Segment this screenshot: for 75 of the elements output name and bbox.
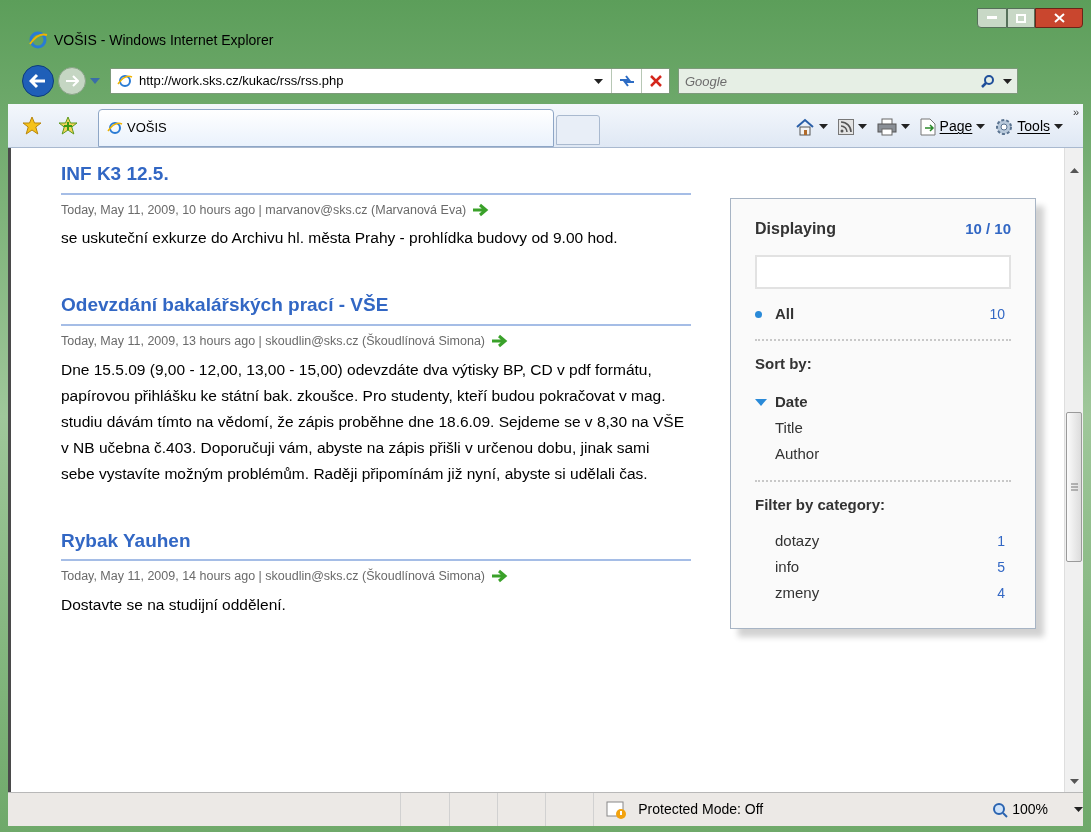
page-icon xyxy=(117,73,133,89)
back-button[interactable] xyxy=(22,65,54,97)
home-icon xyxy=(794,117,815,136)
zoom-magnifier-icon xyxy=(992,801,1009,818)
dropdown-caret-icon xyxy=(857,124,867,129)
maximize-icon xyxy=(1016,13,1026,23)
filter-item[interactable]: dotazy 1 xyxy=(755,528,1011,554)
arrow-right-icon[interactable] xyxy=(472,202,491,217)
browser-logo-icon xyxy=(28,30,48,50)
filter-item[interactable]: Author xyxy=(755,441,1011,468)
bullet-dot-icon xyxy=(755,310,762,318)
filter-item[interactable]: Title xyxy=(755,415,1011,442)
page-icon xyxy=(919,117,936,136)
post-body: se uskuteční exkurze do Archivu hl. města Prahy - prohlídka budovy od 9.00 hod. xyxy=(61,228,619,249)
stop-icon xyxy=(649,75,662,87)
home-button[interactable] xyxy=(794,117,828,136)
sort-descending-icon xyxy=(755,399,767,406)
dropdown-caret-icon xyxy=(818,124,828,129)
feeds-button[interactable] xyxy=(837,118,867,135)
section-heading: Filter by category: xyxy=(755,494,887,515)
dropdown-caret-icon[interactable] xyxy=(594,78,603,84)
feed-icon xyxy=(837,118,854,135)
minimize-button[interactable] xyxy=(977,8,1007,28)
post-title-link[interactable]: Rybak Yauhen xyxy=(61,526,691,561)
refresh-icon xyxy=(618,75,635,87)
address-bar[interactable]: http://work.sks.cz/kukac/rss/rss.php xyxy=(110,68,670,94)
window-title: VOŠIS - Windows Internet Explorer xyxy=(54,30,274,50)
protected-mode-status: Protected Mode: Off xyxy=(638,800,764,819)
scroll-up-arrow-icon[interactable] xyxy=(1070,168,1079,173)
page-icon xyxy=(107,120,123,136)
arrow-right-icon[interactable] xyxy=(491,569,510,584)
dropdown-caret-icon xyxy=(1074,807,1083,812)
filter-item[interactable]: Date xyxy=(755,389,1011,416)
post-body: Dne 15.5.09 (9,00 - 12,00, 13,00 - 15,00) odevzdáte dva výtisky BP, CD v pdf formátu, papírovou přihlášku ke státní bak. zkoušce. Pro studenty, kteří budou pokračovat v mag. studiu dávám tímto na vědomí, že zápis proběhne dne 18.6.09. Sejdeme se v 8,30 na VŠE v NB učebna č.403. Doporučuji vám, abyste na zápis přišli v určenou dobu, jinak sami sebe vystavíte možným problémům. Raději připomínám již nyní, abyste si udělali čas. xyxy=(61,359,685,484)
chevron-overflow-button[interactable]: » xyxy=(1072,104,1079,121)
dropdown-caret-icon[interactable] xyxy=(1003,78,1012,84)
maximize-button[interactable] xyxy=(1007,8,1035,28)
filter-item[interactable]: zmeny 4 xyxy=(755,580,1011,606)
scroll-down-arrow-icon[interactable] xyxy=(1070,779,1079,784)
close-icon xyxy=(1053,13,1065,23)
close-button[interactable] xyxy=(1035,8,1083,28)
dropdown-caret-icon xyxy=(1054,124,1063,129)
search-icon[interactable] xyxy=(981,74,995,88)
post-meta: Today, May 11, 2009, 13 hours ago | skoudlin@sks.cz (Škoudlínová Simona) xyxy=(61,332,486,350)
filter-input-field[interactable] xyxy=(755,255,1011,289)
sidebar-heading: Displaying xyxy=(755,219,836,239)
post-meta: Today, May 11, 2009, 14 hours ago | skoudlin@sks.cz (Škoudlínová Simona) xyxy=(61,567,486,585)
print-button[interactable] xyxy=(876,117,910,136)
url-text: http://work.sks.cz/kukac/rss/rss.php xyxy=(139,72,345,91)
search-field[interactable]: Google xyxy=(678,68,1018,94)
section-heading: Sort by: xyxy=(755,354,813,374)
filter-item[interactable]: info 5 xyxy=(755,554,1011,580)
page-button[interactable]: Page xyxy=(919,116,986,137)
dropdown-caret-icon xyxy=(976,124,986,129)
scrollbar-thumb[interactable] xyxy=(1066,412,1082,562)
zoom-control[interactable]: 100% xyxy=(992,799,1083,820)
post-title-link[interactable]: Odevzdání bakalářských prací - VŠE xyxy=(61,291,691,326)
forward-arrow-icon xyxy=(65,75,79,87)
post-title-link[interactable]: INF K3 12.5. xyxy=(61,160,691,195)
post-body: Dostavte se na studijní oddělení. xyxy=(61,594,287,615)
add-favorite-icon[interactable] xyxy=(58,116,78,135)
shield-warning-icon xyxy=(606,799,629,820)
browser-tab[interactable]: VOŠIS xyxy=(98,109,554,147)
post-meta: Today, May 11, 2009, 10 hours ago | marvanov@sks.cz (Marvanová Eva) xyxy=(61,201,467,219)
arrow-right-icon[interactable] xyxy=(491,334,510,349)
back-arrow-icon xyxy=(29,73,47,89)
minimize-icon xyxy=(987,16,997,20)
printer-icon xyxy=(876,117,897,136)
dropdown-caret-icon xyxy=(900,124,910,129)
tools-button[interactable]: Tools xyxy=(995,116,1063,137)
gear-icon xyxy=(995,117,1014,136)
filter-item[interactable]: All 10 xyxy=(755,301,1011,327)
star-icon[interactable] xyxy=(22,116,42,135)
grip-icon xyxy=(1070,483,1078,491)
item-count: 10 / 10 xyxy=(965,219,1011,239)
